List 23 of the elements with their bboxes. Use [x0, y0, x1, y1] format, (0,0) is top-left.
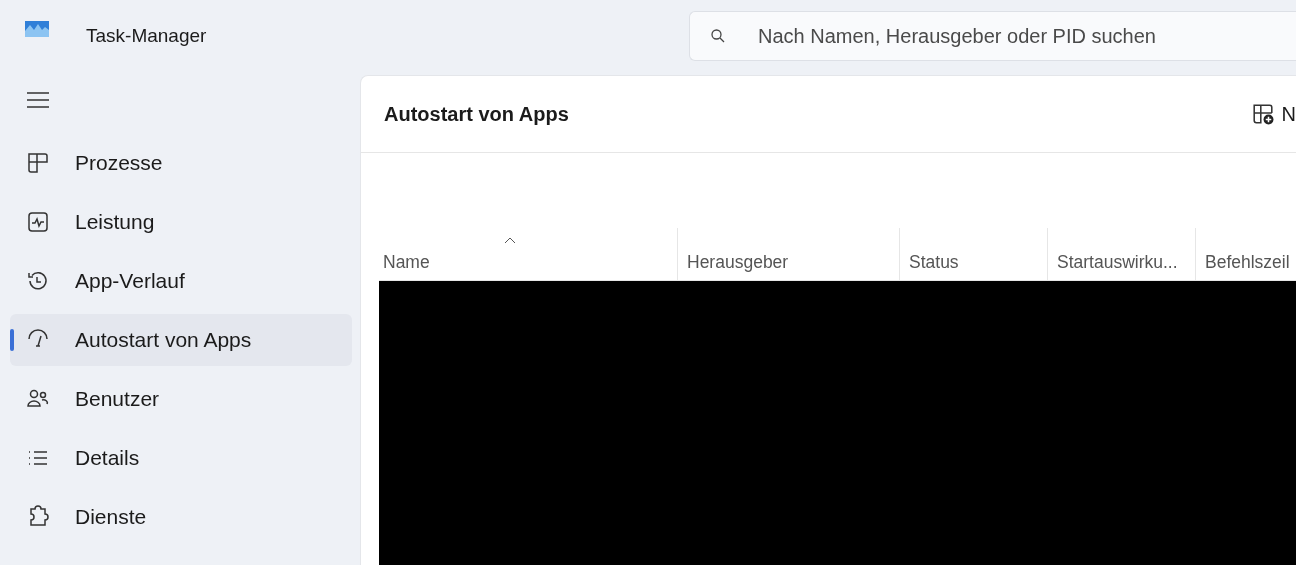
- sidebar-item[interactable]: App-Verlauf: [10, 255, 352, 307]
- sidebar-item[interactable]: Dienste: [10, 491, 352, 543]
- column-header[interactable]: Status: [899, 228, 1047, 280]
- sidebar-item[interactable]: Details: [10, 432, 352, 484]
- column-header[interactable]: Startauswirku...: [1047, 228, 1195, 280]
- page-title: Autostart von Apps: [384, 102, 569, 126]
- grid-icon: [26, 151, 50, 175]
- sidebar-item[interactable]: Autostart von Apps: [10, 314, 352, 366]
- menu-icon: [27, 92, 49, 108]
- sidebar-item[interactable]: Benutzer: [10, 373, 352, 425]
- sidebar-item[interactable]: Prozesse: [10, 137, 352, 189]
- new-task-button[interactable]: N: [1251, 102, 1296, 126]
- search-field[interactable]: Nach Namen, Herausgeber oder PID suchen: [689, 11, 1296, 61]
- app-logo-icon: [25, 21, 49, 37]
- sort-ascending-icon: [504, 237, 517, 244]
- column-header[interactable]: Befehlszeil: [1195, 228, 1296, 280]
- sidebar-item[interactable]: Leistung: [10, 196, 352, 248]
- history-icon: [26, 269, 50, 293]
- column-header[interactable]: Herausgeber: [677, 228, 899, 280]
- search-icon: [710, 28, 726, 44]
- pulse-chart-icon: [26, 210, 50, 234]
- column-header[interactable]: Name: [379, 228, 677, 280]
- window-title: Task-Manager: [86, 25, 207, 47]
